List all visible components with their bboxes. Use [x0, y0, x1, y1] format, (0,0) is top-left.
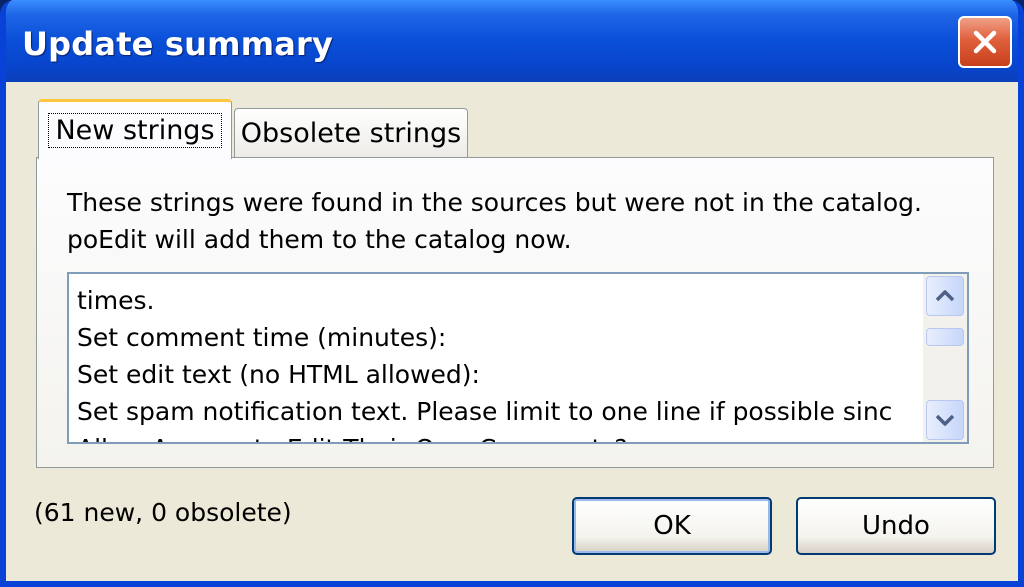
- undo-button-label: Undo: [862, 511, 930, 541]
- tab-obsolete-strings[interactable]: Obsolete strings: [234, 108, 468, 158]
- description-line-2: poEdit will add them to the catalog now.: [67, 225, 572, 254]
- list-item[interactable]: Allow Anyone to Edit Their Own Comments?: [77, 430, 912, 442]
- undo-button[interactable]: Undo: [796, 497, 996, 555]
- list-item[interactable]: Set edit text (no HTML allowed):: [77, 356, 912, 393]
- list-item[interactable]: Set comment time (minutes):: [77, 319, 912, 356]
- title-bar[interactable]: Update summary: [6, 0, 1018, 82]
- close-button[interactable]: [958, 16, 1012, 68]
- tab-new-strings[interactable]: New strings: [38, 99, 232, 159]
- list-content: times. Set comment time (minutes): Set e…: [77, 282, 912, 442]
- scroll-down-button[interactable]: [926, 400, 964, 440]
- chevron-down-icon: [935, 414, 955, 426]
- status-text: (61 new, 0 obsolete): [34, 498, 292, 527]
- description: These strings were found in the sources …: [67, 184, 922, 258]
- tab-obsolete-strings-label: Obsolete strings: [240, 118, 462, 149]
- ok-button-label: OK: [653, 511, 691, 541]
- description-line-1: These strings were found in the sources …: [67, 188, 922, 217]
- scroll-up-button[interactable]: [926, 276, 964, 316]
- list-item[interactable]: Set spam notification text. Please limit…: [77, 393, 912, 430]
- list-item[interactable]: times.: [77, 282, 912, 319]
- update-summary-dialog: Update summary New strings Obsolete stri…: [0, 0, 1024, 587]
- scroll-thumb[interactable]: [926, 328, 964, 346]
- window-title: Update summary: [22, 25, 334, 63]
- ok-button[interactable]: OK: [572, 497, 772, 555]
- new-strings-list[interactable]: times. Set comment time (minutes): Set e…: [67, 272, 969, 444]
- tab-new-strings-label: New strings: [48, 113, 222, 148]
- chevron-up-icon: [935, 290, 955, 302]
- tab-panel: These strings were found in the sources …: [36, 157, 994, 468]
- close-icon: [973, 30, 997, 54]
- vertical-scrollbar[interactable]: [923, 274, 967, 442]
